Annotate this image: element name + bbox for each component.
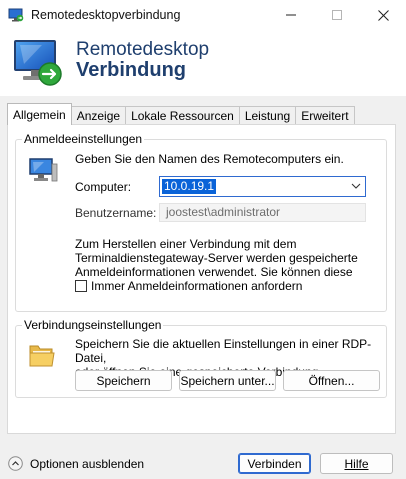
help-button-label: Hilfe	[344, 456, 369, 471]
always-ask-credentials-label[interactable]: Immer Anmeldeinformationen anfordern	[91, 279, 302, 293]
options-toggle[interactable]: Optionen ausblenden	[8, 456, 144, 471]
username-field: joostest\administrator	[159, 203, 366, 222]
connection-settings-legend: Verbindungseinstellungen	[22, 318, 164, 332]
chevron-up-icon	[8, 456, 23, 471]
save-as-button[interactable]: Speichern unter...	[179, 370, 276, 391]
tab-panel-allgemein: Anmeldeeinstellungen Geben Sie den Namen…	[7, 124, 396, 434]
maximize-icon	[332, 10, 342, 20]
computer-intro-text: Geben Sie den Namen des Remotecomputers …	[75, 152, 344, 166]
help-button[interactable]: Hilfe	[320, 453, 393, 474]
remote-desktop-icon	[14, 40, 62, 86]
banner-title-line2: Verbindung	[76, 59, 186, 81]
connect-button-label: Verbinden	[247, 456, 302, 471]
tab-leistung[interactable]: Leistung	[238, 106, 297, 125]
gateway-info-line2: Terminaldienstegateway-Server werden ges…	[75, 251, 358, 265]
minimize-button[interactable]	[268, 0, 314, 30]
computer-combobox[interactable]: 10.0.19.1	[159, 176, 366, 197]
open-button[interactable]: Öffnen...	[283, 370, 380, 391]
gateway-info-line1: Zum Herstellen einer Verbindung mit dem	[75, 237, 297, 251]
maximize-button[interactable]	[314, 0, 360, 30]
folder-icon	[29, 345, 55, 367]
chevron-down-icon	[351, 183, 361, 189]
username-label: Benutzername:	[75, 206, 157, 220]
close-button[interactable]	[360, 0, 406, 30]
gateway-info-line3: Anmeldeinformationen verwendet. Sie könn…	[75, 265, 353, 279]
tab-strip: Allgemein Anzeige Lokale Ressourcen Leis…	[7, 103, 355, 125]
computer-input-value: 10.0.19.1	[162, 179, 217, 194]
banner: Remotedesktop Verbindung	[0, 30, 406, 96]
gateway-info-text: Zum Herstellen einer Verbindung mit dem …	[75, 237, 358, 279]
window-title: Remotedesktopverbindung	[31, 8, 181, 22]
always-ask-credentials-checkbox[interactable]	[75, 280, 87, 292]
remote-desktop-icon	[8, 8, 24, 22]
tab-lokale-ressourcen[interactable]: Lokale Ressourcen	[125, 106, 240, 125]
logon-settings-group: Anmeldeeinstellungen Geben Sie den Namen…	[15, 132, 387, 312]
minimize-icon	[286, 14, 296, 16]
options-toggle-label: Optionen ausblenden	[30, 456, 145, 471]
logon-settings-legend: Anmeldeeinstellungen	[22, 132, 145, 146]
tab-allgemein[interactable]: Allgemein	[7, 103, 72, 125]
computer-icon	[29, 158, 58, 182]
computer-label: Computer:	[75, 180, 132, 194]
title-bar: Remotedesktopverbindung	[0, 0, 406, 30]
connection-settings-group: Verbindungseinstellungen Speichern Sie d…	[15, 318, 387, 398]
tab-erweitert[interactable]: Erweitert	[295, 106, 355, 125]
save-button[interactable]: Speichern	[75, 370, 172, 391]
tab-anzeige[interactable]: Anzeige	[70, 106, 127, 125]
connect-button[interactable]: Verbinden	[238, 453, 311, 474]
connection-desc-line1: Speichern Sie die aktuellen Einstellunge…	[75, 337, 372, 365]
close-icon	[377, 9, 389, 21]
banner-title-line1: Remotedesktop	[76, 39, 210, 60]
